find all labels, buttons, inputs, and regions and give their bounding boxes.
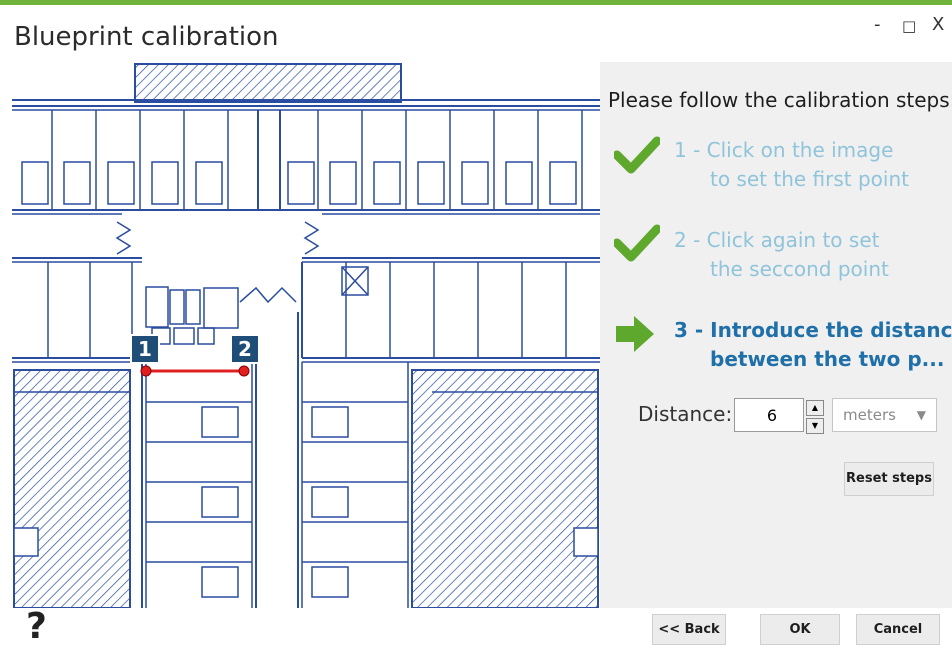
chevron-down-icon: ▼ bbox=[916, 408, 926, 422]
step-3: 3 - Introduce the distance between the t… bbox=[674, 316, 952, 374]
distance-stepper[interactable]: ▲ ▼ bbox=[806, 400, 824, 434]
step-2: 2 - Click again to set the seccond point bbox=[674, 226, 889, 284]
checkmark-icon bbox=[614, 224, 660, 262]
step-3-line-2: between the two p... bbox=[710, 347, 945, 371]
decrement-icon[interactable]: ▼ bbox=[806, 418, 824, 434]
floor-plan-drawing bbox=[12, 63, 600, 608]
step-1-line-1: 1 - Click on the image bbox=[674, 138, 894, 162]
cancel-button[interactable]: Cancel bbox=[856, 614, 940, 645]
window-title: Blueprint calibration bbox=[14, 22, 279, 52]
minimize-button[interactable]: - bbox=[874, 14, 881, 35]
unit-select[interactable]: meters ▼ bbox=[832, 398, 937, 432]
point-2-marker: 2 bbox=[230, 334, 260, 364]
blueprint-image[interactable]: 1 2 bbox=[12, 62, 600, 608]
calibration-panel: Please follow the calibration steps: 1 -… bbox=[600, 62, 952, 608]
step-1: 1 - Click on the image to set the first … bbox=[674, 136, 909, 194]
close-button[interactable]: X bbox=[932, 14, 944, 35]
unit-select-value: meters bbox=[843, 406, 896, 424]
ok-button[interactable]: OK bbox=[760, 614, 840, 645]
step-2-line-1: 2 - Click again to set bbox=[674, 228, 880, 252]
help-icon[interactable]: ? bbox=[26, 606, 47, 647]
step-1-line-2: to set the first point bbox=[710, 167, 909, 191]
step-3-line-1: 3 - Introduce the distance bbox=[674, 318, 952, 342]
increment-icon[interactable]: ▲ bbox=[806, 400, 824, 416]
reset-steps-button[interactable]: Reset steps bbox=[844, 462, 934, 496]
distance-label: Distance: bbox=[638, 402, 733, 426]
step-2-line-2: the seccond point bbox=[710, 257, 889, 281]
point-1-label: 1 bbox=[138, 337, 152, 361]
arrow-right-icon bbox=[616, 316, 654, 352]
point-1-dot bbox=[140, 365, 152, 377]
maximize-button[interactable]: □ bbox=[902, 17, 916, 35]
point-2-label: 2 bbox=[238, 337, 252, 361]
back-button[interactable]: << Back bbox=[652, 614, 726, 645]
accent-bar bbox=[0, 0, 952, 5]
panel-heading: Please follow the calibration steps: bbox=[608, 88, 952, 112]
point-1-marker: 1 bbox=[130, 334, 160, 364]
point-2-dot bbox=[238, 365, 250, 377]
checkmark-icon bbox=[614, 136, 660, 174]
distance-input[interactable] bbox=[734, 398, 804, 432]
